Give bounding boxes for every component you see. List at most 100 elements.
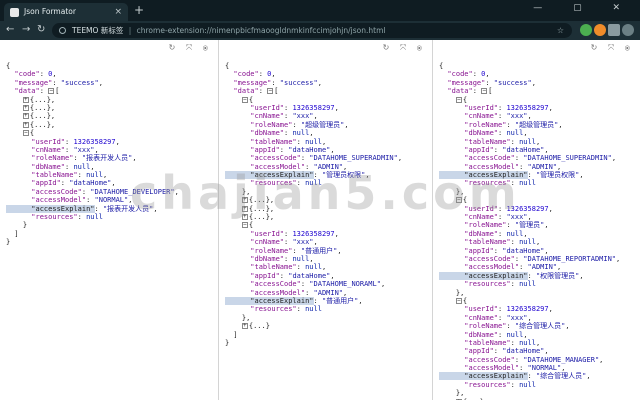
extension-orange-icon[interactable] — [594, 24, 606, 36]
json-null: null — [292, 129, 310, 138]
json-punct: , — [523, 129, 528, 138]
json-pane-3: ↻ ⤧ ⦿ { "code": 0, "message": "success",… — [432, 40, 640, 400]
json-punct: , — [98, 78, 103, 87]
json-key: "resources" — [439, 280, 511, 289]
json-line: "code": 0, — [225, 70, 402, 78]
json-key: "appId" — [439, 347, 494, 356]
json-string: "dataHome" — [69, 179, 112, 188]
toggle-icon[interactable]: + — [22, 96, 29, 103]
json-line: "appId": "dataHome", — [439, 146, 620, 154]
browser-tab[interactable]: Json Formator × — [4, 3, 128, 21]
json-key: "dbName" — [225, 254, 285, 263]
toggle-icon[interactable]: − — [22, 130, 29, 137]
json-punct: , — [271, 70, 276, 79]
json-punct: , — [309, 129, 314, 138]
json-punct — [6, 121, 23, 129]
json-punct: , — [557, 263, 562, 272]
back-button[interactable]: ← — [6, 23, 14, 37]
pane-tools[interactable]: ↻ ⤧ ⦿ — [591, 43, 634, 53]
json-punct — [6, 129, 23, 137]
json-null: null — [519, 179, 536, 188]
json-punct — [225, 322, 242, 330]
json-key-highlighted: "accessExplain" — [225, 296, 314, 305]
json-null: null — [519, 338, 536, 347]
toggle-icon[interactable]: − — [267, 88, 274, 95]
extension-green-icon[interactable] — [580, 24, 592, 36]
forward-button[interactable]: → — [22, 23, 30, 37]
json-punct: {...} — [248, 322, 270, 331]
json-string: "dataHome" — [502, 246, 545, 255]
pane-tools[interactable]: ↻ ⤧ ⦿ — [383, 43, 426, 53]
json-punct: , — [397, 154, 403, 163]
profile-icon[interactable] — [622, 24, 634, 36]
json-punct: : — [510, 137, 520, 146]
json-key: "dbName" — [439, 330, 499, 339]
toggle-icon[interactable]: − — [241, 96, 248, 103]
json-string: "ADMIN" — [527, 263, 558, 272]
json-line: "appId": "dataHome", — [439, 247, 620, 255]
new-tab-button[interactable]: + — [134, 3, 144, 17]
toggle-icon[interactable]: + — [22, 104, 29, 111]
json-string: "ADMIN" — [527, 162, 558, 171]
json-punct: : — [279, 145, 289, 154]
json-punct: , — [558, 120, 563, 129]
json-line: "roleName": "综合管理人员", — [439, 322, 620, 330]
toggle-icon[interactable]: − — [455, 96, 462, 103]
json-key: "appId" — [439, 246, 494, 255]
json-punct: , — [334, 103, 339, 112]
json-key: "code" — [6, 70, 40, 79]
toggle-icon[interactable]: + — [241, 323, 248, 330]
json-key: "tableName" — [439, 137, 511, 146]
json-punct: : — [296, 305, 306, 314]
json-punct: , — [557, 162, 562, 171]
json-punct: , — [579, 171, 584, 180]
bookmark-star-icon[interactable]: ☆ — [557, 23, 564, 38]
toggle-icon[interactable]: + — [22, 113, 29, 120]
json-punct: , — [544, 246, 549, 255]
json-null: null — [305, 263, 322, 272]
toggle-icon[interactable]: − — [48, 88, 55, 95]
json-punct: : — [527, 372, 536, 381]
pane-tools[interactable]: ↻ ⤧ ⦿ — [169, 43, 212, 53]
tab-close-icon[interactable]: × — [114, 3, 122, 21]
json-punct: : — [86, 196, 95, 205]
json-key: "resources" — [225, 305, 297, 314]
json-line: + {...}, — [6, 121, 179, 129]
json-key: "appId" — [6, 179, 61, 188]
url-text[interactable]: chrome-extension://nimenpbicfmaoogldnmki… — [137, 26, 386, 35]
json-punct: , — [321, 137, 327, 146]
toggle-icon[interactable]: − — [241, 222, 248, 229]
json-punct: : — [506, 120, 515, 129]
json-string: "管理员" — [514, 221, 545, 230]
site-info-icon[interactable] — [59, 27, 66, 34]
toggle-icon[interactable]: − — [455, 297, 462, 304]
json-key: "message" — [439, 78, 486, 87]
json-punct: , — [90, 162, 95, 171]
json-line: "cnName": "xxx", — [439, 314, 620, 322]
json-key: "appId" — [439, 145, 494, 154]
json-line: "tableName": null, — [439, 339, 620, 347]
json-string: "dataHome" — [502, 145, 545, 154]
json-line: "accessModel": "ADMIN", — [439, 263, 620, 271]
toggle-icon[interactable]: − — [481, 88, 488, 95]
json-punct: { — [225, 62, 230, 70]
toggle-icon[interactable]: + — [22, 121, 29, 128]
json-punct: ] — [225, 330, 238, 339]
json-line: }, — [225, 314, 402, 322]
json-punct: , — [527, 213, 532, 222]
json-punct: , — [579, 271, 584, 280]
puzzle-icon[interactable] — [608, 24, 620, 36]
json-key-highlighted: "accessExplain" — [439, 372, 528, 381]
json-key: "roleName" — [439, 120, 507, 129]
json-line: "message": "success", — [225, 79, 402, 87]
json-string: "NORMAL" — [94, 196, 129, 205]
json-line: "dbName": null, — [225, 129, 402, 137]
json-punct: : — [52, 78, 61, 87]
json-line: }, — [439, 389, 620, 397]
reload-button[interactable]: ↻ — [37, 23, 45, 37]
json-null: null — [86, 213, 103, 222]
json-string: "综合管理人员" — [535, 372, 587, 381]
window-controls[interactable]: — ▢ ✕ — [533, 3, 634, 13]
json-key: "cnName" — [225, 238, 285, 247]
address-bar[interactable]: TEEMO 新标签 | chrome-extension://nimenpbic… — [52, 23, 572, 38]
